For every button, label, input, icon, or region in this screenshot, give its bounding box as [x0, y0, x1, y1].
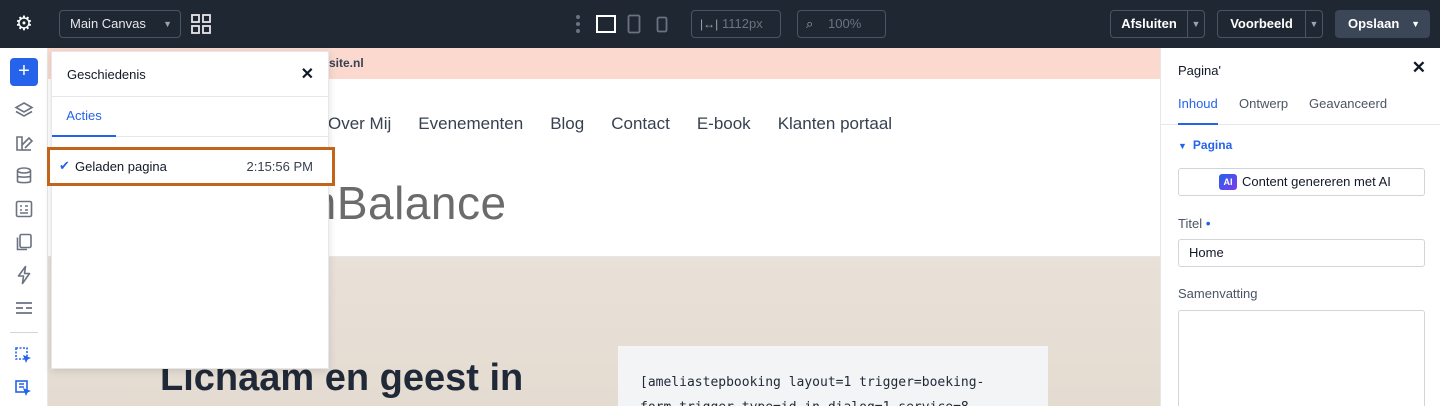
chevron-down-icon: ▼	[163, 19, 172, 29]
history-panel: Geschiedenis ✕ Acties ✔ Geladen pagina 2…	[47, 51, 335, 369]
save-button[interactable]: Opslaan ▼	[1335, 10, 1430, 38]
zoom-search-icon: ⌕	[806, 16, 814, 31]
nav-link-blog[interactable]: Blog	[550, 114, 584, 133]
shortcode-line: form trigger_type=id in_dialog=1 service…	[640, 395, 1048, 406]
zoom-input[interactable]: ⌕ 100%	[797, 10, 886, 38]
tab-acties[interactable]: Acties	[52, 97, 116, 137]
settings-gear-icon[interactable]: ⚙	[12, 12, 36, 36]
lightning-icon[interactable]	[14, 265, 34, 285]
rail-divider	[10, 332, 38, 333]
history-tabs: Acties	[52, 97, 328, 137]
site-navigation: Over Mij Evenementen Blog Contact E-book Klan…	[328, 114, 919, 134]
mobile-view-icon[interactable]	[656, 16, 668, 33]
close-icon[interactable]: ✕	[1412, 58, 1426, 78]
nav-link-evenementen[interactable]: Evenementen	[418, 114, 523, 133]
tab-geavanceerd[interactable]: Geavanceerd	[1309, 96, 1387, 125]
canvas-width-value: 1112px	[722, 16, 763, 31]
save-button-label: Opslaan	[1348, 16, 1400, 31]
shortcode-block[interactable]: [ameliastepbooking layout=1 trigger=boek…	[618, 346, 1048, 406]
checkmark-icon: ✔	[59, 158, 70, 173]
canvas-select[interactable]: Main Canvas ▼	[59, 10, 181, 38]
tablet-view-icon[interactable]	[627, 14, 641, 34]
panel-title: Pagina'	[1178, 63, 1221, 78]
title-input[interactable]: Home	[1178, 239, 1425, 267]
history-title: Geschiedenis	[67, 67, 146, 82]
nav-link-contact[interactable]: Contact	[611, 114, 670, 133]
tab-ontwerp[interactable]: Ontwerp	[1239, 96, 1288, 125]
select-cursor-icon[interactable]	[14, 346, 34, 366]
properties-panel: Pagina' ✕ Inhoud Ontwerp Geavanceerd ▼ Pa…	[1160, 48, 1440, 406]
pages-copy-icon[interactable]	[14, 232, 34, 252]
promo-text: site.nl	[329, 56, 364, 70]
zoom-value: 100%	[828, 16, 862, 31]
nav-link-klanten-portaal[interactable]: Klanten portaal	[778, 114, 892, 133]
history-entry-label: Geladen pagina	[75, 159, 167, 174]
caret-down-icon: ▼	[1178, 141, 1187, 151]
forms-icon[interactable]	[14, 199, 34, 219]
properties-tabs: Inhoud Ontwerp Geavanceerd	[1161, 88, 1440, 125]
close-options-chevron-icon[interactable]: ▼	[1187, 10, 1205, 38]
top-toolbar: ⚙ Main Canvas ▼ |↔| 1112px ⌕ 100% Afslui…	[0, 0, 1440, 48]
layers-icon[interactable]	[14, 100, 34, 120]
width-arrows-icon: |↔|	[700, 17, 719, 31]
preview-button[interactable]: Voorbeeld	[1217, 10, 1306, 38]
preview-options-chevron-icon[interactable]: ▼	[1305, 10, 1323, 38]
more-vertical-icon[interactable]	[574, 14, 582, 34]
title-label-text: Titel	[1178, 216, 1203, 231]
ai-badge-icon: AI	[1219, 174, 1237, 190]
close-editor-button[interactable]: Afsluiten	[1110, 10, 1188, 38]
left-tool-rail: +	[0, 48, 48, 406]
canvas-select-label: Main Canvas	[70, 16, 146, 31]
add-element-plus-icon[interactable]: +	[10, 58, 38, 86]
design-tools-icon[interactable]	[14, 133, 34, 153]
section-pagina-label: Pagina	[1192, 138, 1233, 152]
canvas-width-input[interactable]: |↔| 1112px	[691, 10, 781, 38]
required-dot-icon: •	[1205, 215, 1211, 231]
history-entry[interactable]: ✔ Geladen pagina 2:15:56 PM	[47, 147, 335, 186]
database-icon[interactable]	[14, 166, 34, 186]
nav-link-over-mij[interactable]: Over Mij	[328, 114, 391, 133]
generate-content-ai-button[interactable]: AI Content genereren met AI	[1178, 168, 1425, 196]
shortcode-line: [ameliastepbooking layout=1 trigger=boek…	[640, 375, 985, 390]
history-header: Geschiedenis ✕	[52, 52, 328, 97]
summary-textarea[interactable]	[1178, 310, 1425, 406]
grid-layout-icon[interactable]	[191, 14, 211, 34]
summary-field-label: Samenvatting	[1178, 286, 1258, 301]
nav-link-ebook[interactable]: E-book	[697, 114, 751, 133]
save-options-chevron-icon[interactable]: ▼	[1411, 10, 1420, 38]
section-pagina-toggle[interactable]: ▼ Pagina	[1178, 138, 1232, 152]
tab-inhoud[interactable]: Inhoud	[1178, 96, 1218, 125]
close-icon[interactable]: ✕	[301, 64, 314, 84]
desktop-view-icon[interactable]	[596, 15, 616, 33]
history-entry-time: 2:15:56 PM	[246, 159, 314, 174]
select-multi-cursor-icon[interactable]	[14, 379, 34, 399]
structure-icon[interactable]	[14, 298, 34, 318]
title-field-label: Titel •	[1178, 215, 1211, 231]
generate-content-ai-label: Content genereren met AI	[1242, 174, 1391, 189]
